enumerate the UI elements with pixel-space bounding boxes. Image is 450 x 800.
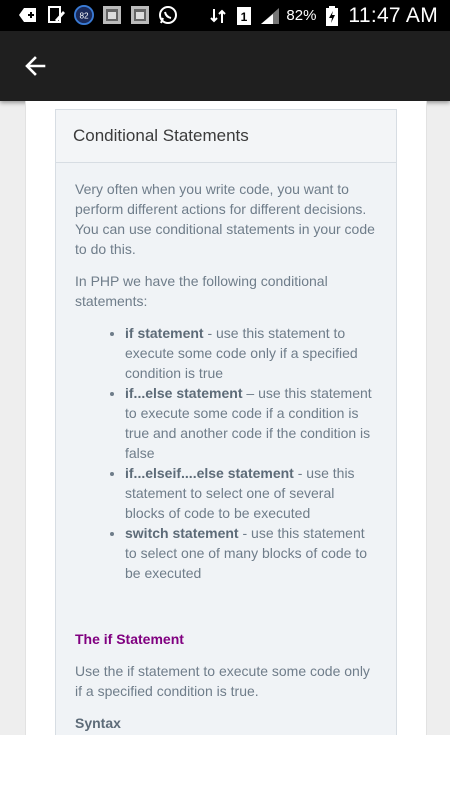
list-item-term: if...else statement [125,385,243,401]
data-transfer-icon [208,6,228,26]
arrow-back-icon [25,56,46,76]
list-item: if...else statement – use this statement… [125,383,377,463]
whatsapp-icon [158,5,178,25]
content-page[interactable]: Conditional Statements Very often when y… [25,101,427,735]
system-status: 1 82% 11:47 AM [208,0,438,31]
statement-list: if statement - use this statement to exe… [75,323,377,583]
clock: 11:47 AM [348,3,438,27]
store-icon-2 [130,5,150,25]
card-title: Conditional Statements [56,110,396,163]
status-bar: 82 1 82% 11:47 AM [0,0,450,31]
list-item-term: switch statement [125,525,239,541]
notification-icons: 82 [18,5,178,25]
lead-paragraph: In PHP we have the following conditional… [75,273,328,309]
badge-count-icon: 82 [74,5,94,25]
list-item-term: if...elseif....else statement [125,465,294,481]
card-body: Very often when you write code, you want… [56,163,396,733]
section-paragraph: Use the if statement to execute some cod… [75,663,370,699]
battery-charging-icon [322,5,342,26]
battery-percent: 82% [286,7,317,24]
list-item: switch statement - use this statement to… [125,523,377,583]
section-title: The if Statement [75,631,184,647]
intro-paragraph: Very often when you write code, you want… [75,181,375,257]
app-bar [0,31,450,101]
edit-document-icon [46,5,66,25]
sim-card-icon: 1 [234,6,254,26]
conditional-statements-card: Conditional Statements Very often when y… [55,109,397,735]
svg-text:1: 1 [241,10,248,24]
list-item: if statement - use this statement to exe… [125,323,377,383]
signal-icon [260,6,280,26]
list-item: if...elseif....else statement - use this… [125,463,377,523]
store-icon [102,5,122,25]
back-button[interactable] [18,49,52,83]
tag-add-icon [18,5,38,25]
syntax-label: Syntax [75,715,121,731]
svg-text:82: 82 [79,12,89,21]
bottom-blank-area [0,735,450,800]
list-item-term: if statement [125,325,204,341]
